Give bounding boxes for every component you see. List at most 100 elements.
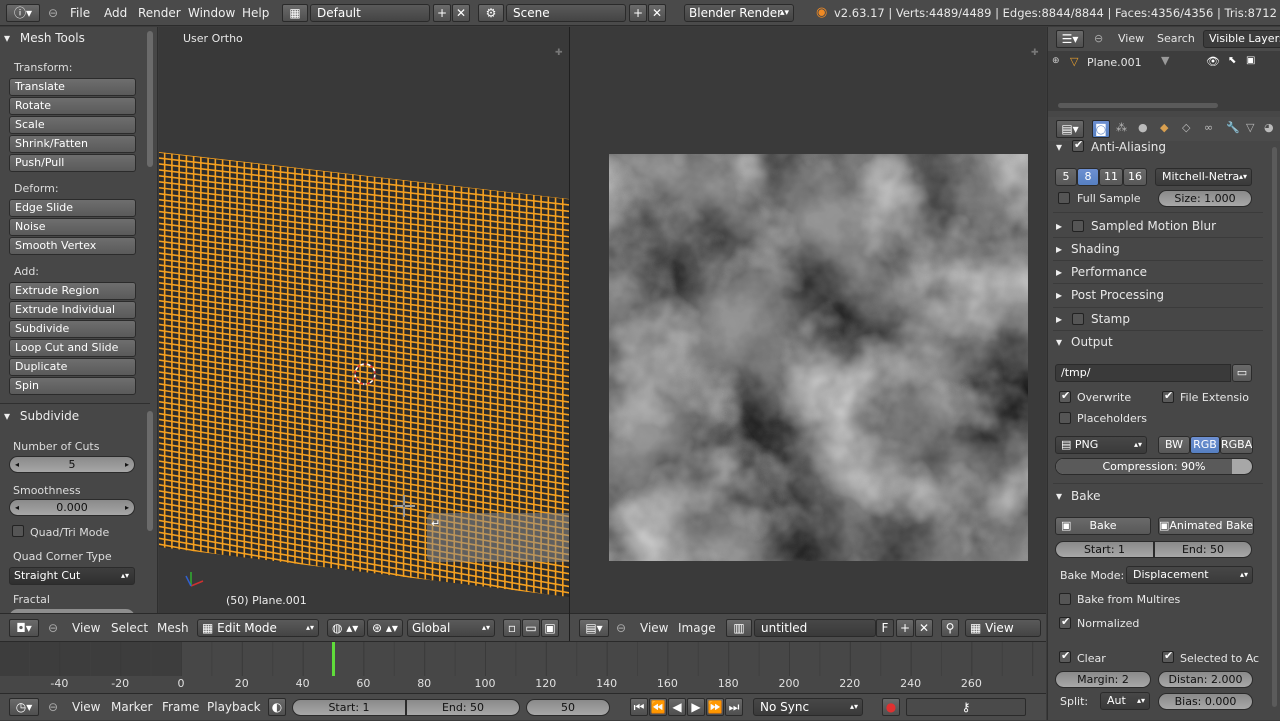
menu-view[interactable]: View bbox=[640, 614, 668, 642]
folder-icon[interactable]: ▭ bbox=[1232, 364, 1252, 382]
arrow-left-icon[interactable]: ◂ bbox=[15, 500, 19, 515]
add-scene-icon[interactable]: + bbox=[629, 4, 647, 22]
tool-shelf-scrollbar[interactable] bbox=[147, 31, 153, 167]
compression-slider[interactable]: Compression: 90% bbox=[1055, 458, 1253, 475]
menu-playback[interactable]: Playback bbox=[207, 693, 261, 721]
quad-corner-select[interactable]: Straight Cut ▴▾ bbox=[9, 567, 135, 585]
smooth-vertex-button[interactable]: Smooth Vertex bbox=[9, 237, 136, 255]
timeline[interactable]: -40 -20 0 20 40 60 80 100 120 140 160 180 200 220 240 2… bbox=[0, 641, 1046, 693]
record-icon[interactable]: ● bbox=[882, 698, 900, 716]
cursor-select-icon[interactable]: ⬉ bbox=[1228, 55, 1236, 66]
bake-button[interactable]: ▣ Bake bbox=[1055, 517, 1151, 535]
aa-filter-select[interactable]: Mitchell-Netra ▴▾ bbox=[1155, 168, 1252, 186]
smoothness-field[interactable]: ◂ 0.000 ▸ bbox=[9, 499, 135, 516]
bake-mode-select[interactable]: Displacement ▴▾ bbox=[1126, 566, 1253, 584]
expand-icon[interactable]: ⊕ bbox=[1052, 56, 1060, 66]
anti-aliasing-header[interactable]: ▾ bbox=[1056, 137, 1062, 157]
aa-samples-8[interactable]: 8 bbox=[1077, 168, 1099, 186]
mesh-tools-header[interactable]: ▾ Mesh Tools bbox=[4, 28, 85, 48]
data-tab-icon[interactable]: ▽ bbox=[1246, 121, 1254, 134]
vertex-select-icon[interactable]: ▫ bbox=[503, 619, 521, 637]
normalized-checkbox[interactable] bbox=[1059, 615, 1071, 629]
rotate-button[interactable]: Rotate bbox=[9, 97, 136, 115]
bake-header[interactable]: ▾ bbox=[1056, 486, 1062, 506]
camera-render-icon[interactable]: ▣ bbox=[1246, 55, 1255, 66]
selected-to-active-checkbox[interactable] bbox=[1162, 649, 1174, 663]
view-mode-select[interactable]: ▦ View bbox=[965, 619, 1041, 637]
play-icon[interactable]: ▶ bbox=[687, 698, 705, 716]
distance-field[interactable]: Distan: 2.000 bbox=[1158, 671, 1253, 688]
quad-tri-checkbox[interactable] bbox=[12, 525, 24, 537]
eye-icon[interactable]: 👁 bbox=[1206, 55, 1220, 68]
remove-screen-icon[interactable]: ✕ bbox=[452, 4, 470, 22]
menu-window[interactable]: Window bbox=[188, 0, 235, 26]
spin-button[interactable]: Spin bbox=[9, 377, 136, 395]
sync-mode-select[interactable]: No Sync ▴▾ bbox=[753, 698, 863, 716]
baked-displacement-image[interactable] bbox=[609, 154, 1028, 561]
number-of-cuts-field[interactable]: ◂ 5 ▸ bbox=[9, 456, 135, 473]
jump-end-icon[interactable]: ⏭ bbox=[725, 698, 743, 716]
current-frame-field[interactable]: 50 bbox=[526, 699, 610, 716]
output-header[interactable]: ▾ bbox=[1056, 332, 1062, 352]
unlink-image-icon[interactable]: ✕ bbox=[915, 619, 933, 637]
timeline-ruler[interactable] bbox=[0, 642, 1046, 694]
bake-start-field[interactable]: Start: 1 bbox=[1055, 541, 1154, 558]
scene-icon[interactable]: ⚙ bbox=[478, 4, 504, 22]
region-split-icon[interactable]: ✚ bbox=[555, 48, 563, 58]
fake-user-button[interactable]: F bbox=[876, 619, 894, 637]
region-split-icon[interactable]: ✚ bbox=[1031, 48, 1039, 58]
overwrite-checkbox[interactable] bbox=[1059, 389, 1071, 403]
constraints-tab-icon[interactable]: ∞ bbox=[1204, 121, 1213, 134]
preview-range-icon[interactable]: ◐ bbox=[268, 698, 286, 716]
display-mode-select[interactable]: Visible Layers bbox=[1203, 30, 1280, 48]
scene-field[interactable]: Scene bbox=[506, 4, 626, 22]
modifiers-tab-icon[interactable]: 🔧 bbox=[1226, 121, 1240, 134]
outliner-scrollbar[interactable] bbox=[1058, 103, 1218, 108]
file-extension-checkbox[interactable] bbox=[1162, 389, 1174, 403]
aa-samples-16[interactable]: 16 bbox=[1123, 168, 1147, 186]
bias-field[interactable]: Bias: 0.000 bbox=[1158, 693, 1253, 710]
edge-select-icon[interactable]: ▭ bbox=[522, 619, 540, 637]
duplicate-button[interactable]: Duplicate bbox=[9, 358, 136, 376]
arrow-right-icon[interactable]: ▸ bbox=[125, 457, 129, 472]
stamp-checkbox[interactable] bbox=[1072, 313, 1084, 325]
output-path-field[interactable]: /tmp/ bbox=[1055, 364, 1231, 382]
jump-keyframe-back-icon[interactable]: ⏪ bbox=[649, 698, 667, 716]
3d-viewport[interactable]: User Ortho ↵ (50) Plane.001 ✚ bbox=[159, 27, 569, 613]
menu-marker[interactable]: Marker bbox=[111, 693, 152, 721]
start-frame-field[interactable]: Start: 1 bbox=[292, 699, 406, 716]
outliner-editor-icon[interactable]: ☰▾ bbox=[1056, 30, 1084, 48]
object-tab-icon[interactable]: ◇ bbox=[1182, 121, 1190, 134]
menu-render[interactable]: Render bbox=[138, 0, 181, 26]
collapse-menu-icon[interactable]: ⊖ bbox=[48, 693, 58, 721]
scale-button[interactable]: Scale bbox=[9, 116, 136, 134]
loop-cut-button[interactable]: Loop Cut and Slide bbox=[9, 339, 136, 357]
uv-image-editor[interactable]: ✚ bbox=[570, 27, 1046, 613]
viewport-shading-select[interactable]: ◍ ▴▾ bbox=[327, 619, 365, 637]
clear-checkbox[interactable] bbox=[1059, 649, 1071, 663]
menu-view[interactable]: View bbox=[72, 614, 100, 642]
face-select-icon[interactable]: ▣ bbox=[541, 619, 559, 637]
menu-image[interactable]: Image bbox=[678, 614, 716, 642]
full-sample-checkbox[interactable] bbox=[1058, 192, 1070, 204]
outliner-object-name[interactable]: Plane.001 bbox=[1087, 56, 1142, 69]
keying-set-field[interactable]: ⚷ bbox=[906, 698, 1026, 716]
screen-layout-icon[interactable]: ▦ bbox=[282, 4, 308, 22]
push-pull-button[interactable]: Push/Pull bbox=[9, 154, 136, 172]
play-reverse-icon[interactable]: ◀ bbox=[668, 698, 686, 716]
anti-aliasing-checkbox[interactable] bbox=[1072, 138, 1084, 152]
file-format-select[interactable]: ▤ PNG ▴▾ bbox=[1055, 436, 1147, 454]
extrude-region-button[interactable]: Extrude Region bbox=[9, 282, 136, 300]
material-tab-icon[interactable]: ◕ bbox=[1264, 121, 1274, 134]
browse-image-icon[interactable]: ▥ bbox=[726, 619, 752, 637]
margin-field[interactable]: Margin: 2 bbox=[1055, 671, 1151, 688]
subdivide-operator-header[interactable]: ▾ Subdivide bbox=[4, 406, 79, 426]
collapse-menu-icon[interactable]: ⊖ bbox=[48, 614, 58, 642]
bake-from-multires-checkbox[interactable] bbox=[1059, 593, 1071, 605]
add-screen-icon[interactable]: + bbox=[433, 4, 451, 22]
editor-type-button[interactable]: ◘▾ bbox=[9, 619, 39, 637]
jump-keyframe-forward-icon[interactable]: ⏩ bbox=[706, 698, 724, 716]
aa-samples-11[interactable]: 11 bbox=[1099, 168, 1123, 186]
collapse-menu-icon[interactable]: ⊖ bbox=[48, 0, 58, 26]
screen-layout-field[interactable]: Default bbox=[310, 4, 430, 22]
